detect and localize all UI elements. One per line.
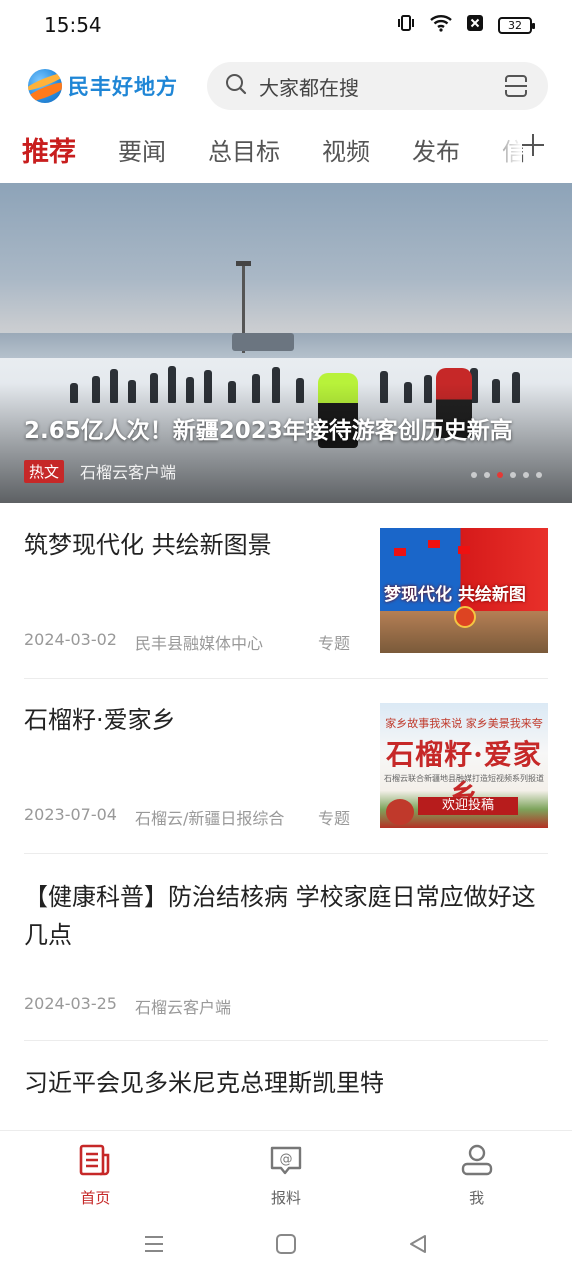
thumb-flag — [428, 540, 440, 548]
sim-off-icon — [466, 13, 484, 37]
carousel-dot — [497, 472, 503, 478]
tab-item[interactable]: 推荐 — [22, 130, 76, 169]
nav-report[interactable]: @ 报料 — [191, 1131, 382, 1212]
news-thumbnail: 家乡故事我来说 家乡美景我来夸 石榴籽·爱家乡 石榴云联合新疆地县融媒打造短视频… — [380, 703, 548, 828]
add-channel-icon[interactable] — [522, 134, 544, 156]
banner-building — [232, 333, 294, 351]
nav-label: 首页 — [80, 1189, 111, 1207]
carousel-indicator — [471, 472, 542, 478]
news-item[interactable]: 石榴籽·爱家乡 2023-07-04 石榴云/新疆日报综合 专题 家乡故事我来说… — [24, 701, 548, 831]
divider — [24, 1040, 548, 1041]
search-icon — [225, 73, 247, 99]
news-item[interactable]: 习近平会见多米尼克总理斯凯里特 — [24, 1064, 548, 1108]
hot-badge: 热文 — [24, 459, 65, 483]
thumb-text: 梦现代化 共绘新图 — [384, 585, 526, 605]
wifi-icon — [430, 13, 452, 37]
chat-icon: @ — [269, 1143, 303, 1181]
tab-item[interactable]: 总目标 — [208, 132, 280, 167]
news-tag: 专题 — [317, 634, 350, 653]
carousel-dot — [484, 472, 490, 478]
news-date: 2024-03-25 — [24, 994, 117, 1013]
thumb-flag — [458, 546, 470, 554]
menu-icon[interactable] — [143, 1234, 165, 1258]
pomegranate-icon — [386, 799, 414, 825]
bottom-navigation: 首页 @ 报料 我 — [0, 1130, 572, 1212]
scan-icon[interactable] — [504, 74, 528, 98]
news-icon — [78, 1143, 112, 1181]
channel-tabs: 推荐要闻总目标视频发布信 — [0, 124, 572, 174]
banner-source: 石榴云客户端 — [80, 463, 177, 482]
thumb-button: 欢迎投稿 — [418, 797, 518, 815]
thumb-flag — [394, 548, 406, 556]
banner-lamp — [236, 261, 251, 266]
tab-item[interactable]: 要闻 — [118, 132, 166, 167]
back-icon[interactable] — [407, 1233, 429, 1259]
news-meta: 2024-03-25 石榴云客户端 — [24, 994, 231, 1018]
banner-title[interactable]: 2.65亿人次！新疆2023年接待游客创历史新高 — [24, 411, 513, 445]
news-tag: 专题 — [317, 809, 350, 828]
nav-home[interactable]: 首页 — [0, 1131, 191, 1212]
news-source: 石榴云客户端 — [134, 998, 231, 1017]
carousel-dot — [536, 472, 542, 478]
news-meta: 2023-07-04 石榴云/新疆日报综合 — [24, 805, 284, 829]
app-logo[interactable]: 民丰好地方 — [28, 69, 178, 103]
status-icons: 32 — [396, 13, 535, 38]
emblem-icon — [454, 606, 476, 628]
banner-carousel[interactable]: 2.65亿人次！新疆2023年接待游客创历史新高 热文 石榴云客户端 — [0, 183, 572, 503]
divider — [24, 678, 548, 679]
search-placeholder: 大家都在搜 — [259, 75, 359, 100]
thumb-subtitle: 石榴云联合新疆地县融媒打造短视频系列报道 — [384, 774, 544, 783]
thumb-caption: 家乡故事我来说 家乡美景我来夸 — [385, 717, 543, 730]
system-navigation — [0, 1212, 572, 1280]
tab-item[interactable]: 发布 — [412, 132, 460, 167]
banner-meta: 热文 石榴云客户端 — [24, 459, 176, 483]
search-bar[interactable]: 大家都在搜 — [207, 62, 548, 110]
nav-me[interactable]: 我 — [381, 1131, 572, 1212]
tabs-fade — [482, 124, 522, 174]
user-icon — [460, 1143, 494, 1181]
news-meta: 2024-03-02 民丰县融媒体中心 — [24, 630, 263, 654]
news-date: 2024-03-02 — [24, 630, 117, 649]
tab-item[interactable]: 视频 — [322, 132, 370, 167]
app-name: 民丰好地方 — [68, 75, 178, 99]
news-source: 石榴云/新疆日报综合 — [134, 809, 285, 828]
status-bar: 15:54 32 — [0, 0, 572, 50]
vibrate-icon — [396, 13, 416, 38]
battery-indicator: 32 — [498, 16, 535, 34]
logo-icon — [28, 69, 62, 103]
carousel-dot — [510, 472, 516, 478]
news-item[interactable]: 【健康科普】防治结核病 学校家庭日常应做好这几点 2024-03-25 石榴云客… — [24, 878, 548, 1018]
nav-label: 报料 — [271, 1189, 302, 1207]
news-thumbnail: 梦现代化 共绘新图 — [380, 528, 548, 653]
status-time: 15:54 — [44, 13, 102, 37]
svg-text:@: @ — [280, 1152, 293, 1167]
tab-list: 推荐要闻总目标视频发布信 — [0, 130, 540, 169]
divider — [24, 853, 548, 854]
news-title: 习近平会见多米尼克总理斯凯里特 — [24, 1069, 384, 1097]
home-icon[interactable] — [275, 1233, 297, 1259]
news-item[interactable]: 筑梦现代化 共绘新图景 2024-03-02 民丰县融媒体中心 专题 梦现代化 … — [24, 526, 548, 656]
carousel-dot — [471, 472, 477, 478]
news-source: 民丰县融媒体中心 — [134, 634, 263, 653]
app-header: 民丰好地方 大家都在搜 — [0, 56, 572, 116]
news-title: 【健康科普】防治结核病 学校家庭日常应做好这几点 — [24, 883, 536, 949]
nav-label: 我 — [469, 1189, 485, 1207]
news-date: 2023-07-04 — [24, 805, 117, 824]
carousel-dot — [523, 472, 529, 478]
